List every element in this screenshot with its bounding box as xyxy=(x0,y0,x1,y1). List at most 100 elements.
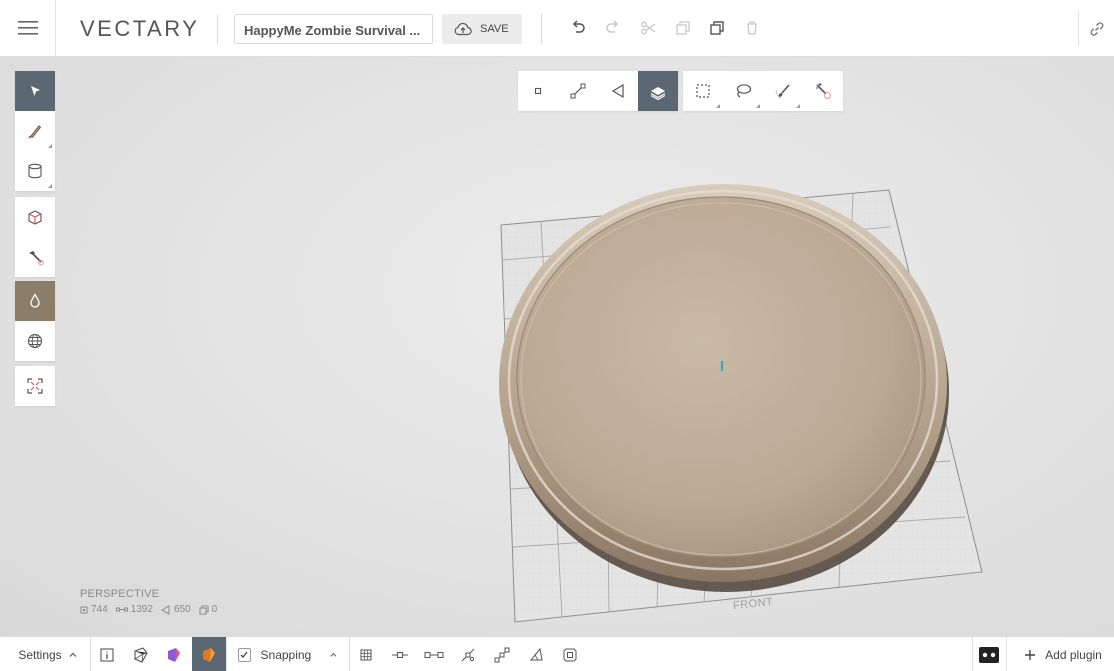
snap-edge-icon xyxy=(424,651,444,658)
brush-icon xyxy=(775,84,790,99)
edge-icon xyxy=(570,83,586,99)
project-name-field[interactable]: HappyMe Zombie Survival ... xyxy=(234,14,433,44)
snap-edge-button[interactable] xyxy=(423,637,445,671)
copy-icon xyxy=(676,21,690,35)
vertex-icon xyxy=(534,87,542,95)
snap-midpoint-button[interactable] xyxy=(457,637,479,671)
wireframe-view-button[interactable] xyxy=(129,637,153,671)
selection-mode-toolbar xyxy=(518,71,678,111)
face-mode-button[interactable] xyxy=(598,71,638,111)
plugin-badge-icon xyxy=(979,646,999,663)
select-tool-button[interactable] xyxy=(15,71,55,111)
droplet-icon xyxy=(30,293,40,308)
marquee-icon xyxy=(696,84,710,98)
vertex-count-value: 744 xyxy=(91,604,108,615)
snapping-checkbox[interactable] xyxy=(238,647,251,662)
hammer-tool-button[interactable] xyxy=(15,237,55,277)
redo-icon xyxy=(606,20,619,33)
cursor-arrow-icon xyxy=(31,86,40,96)
link-icon xyxy=(1090,22,1103,36)
object-mode-button[interactable] xyxy=(638,71,678,111)
magic-select-button[interactable] xyxy=(803,71,843,111)
layers-icon xyxy=(650,87,666,100)
snapping-toggle[interactable]: Snapping xyxy=(238,637,338,671)
snap-object-button[interactable] xyxy=(559,637,581,671)
settings-label: Settings xyxy=(18,647,62,662)
mesh-stats: 744 1392 650 0 xyxy=(80,604,217,615)
tool-group-modify xyxy=(15,197,55,277)
plate-model[interactable] xyxy=(499,184,949,592)
render-shading-icon xyxy=(203,647,215,662)
hamburger-icon xyxy=(17,21,38,35)
info-icon xyxy=(100,647,114,662)
divider xyxy=(972,637,973,671)
submenu-corner xyxy=(756,104,760,108)
triangle-face-icon xyxy=(611,83,624,99)
material-tool-button[interactable] xyxy=(15,281,55,321)
scene-canvas[interactable] xyxy=(0,57,1114,636)
edge-mode-button[interactable] xyxy=(558,71,598,111)
focus-tool-button[interactable] xyxy=(15,366,55,406)
divider xyxy=(1006,637,1007,671)
add-plugin-button[interactable]: Add plugin xyxy=(1020,637,1106,671)
face-count-icon xyxy=(160,604,170,615)
primitives-tool-button[interactable] xyxy=(15,151,55,191)
divider xyxy=(349,637,350,671)
expand-focus-icon xyxy=(27,378,43,394)
3d-viewport[interactable]: PERSPECTIVE 744 1392 650 0 FRONT xyxy=(0,57,1114,636)
copy-button[interactable] xyxy=(673,18,693,38)
normals-view-button[interactable] xyxy=(162,637,186,671)
divider xyxy=(217,14,218,44)
plugin-icon-button[interactable] xyxy=(978,637,1000,671)
render-view-button[interactable] xyxy=(192,637,226,671)
info-button[interactable] xyxy=(96,637,118,671)
submenu-corner xyxy=(48,184,52,188)
snap-face-icon xyxy=(529,647,543,660)
sphere-mesh-icon xyxy=(27,333,43,349)
undo-button[interactable] xyxy=(568,18,588,38)
chevron-up-icon xyxy=(69,652,77,657)
paste-button[interactable] xyxy=(707,18,727,38)
cube-tool-button[interactable] xyxy=(15,197,55,237)
divider xyxy=(90,637,91,671)
divider xyxy=(226,637,227,671)
share-link-button[interactable] xyxy=(1078,12,1114,46)
vertex-mode-button[interactable] xyxy=(518,71,558,111)
lasso-select-button[interactable] xyxy=(723,71,763,111)
save-button[interactable]: SAVE xyxy=(442,14,522,44)
snap-midpoint-icon xyxy=(461,648,475,661)
environment-tool-button[interactable] xyxy=(15,321,55,361)
paste-icon xyxy=(710,21,724,35)
lasso-icon xyxy=(736,84,752,98)
undo-icon xyxy=(572,20,585,33)
submenu-corner xyxy=(48,144,52,148)
edge-count: 1392 xyxy=(115,604,153,615)
menu-button[interactable] xyxy=(0,0,56,56)
box-select-button[interactable] xyxy=(683,71,723,111)
tool-group-primary xyxy=(15,71,55,191)
snap-perpendicular-button[interactable] xyxy=(491,637,513,671)
snap-grid-button[interactable] xyxy=(357,637,375,671)
face-count: 650 xyxy=(160,604,191,615)
checkmark-icon xyxy=(240,651,248,658)
paint-select-button[interactable] xyxy=(763,71,803,111)
tool-group-view xyxy=(15,366,55,406)
snap-vertex-button[interactable] xyxy=(389,637,411,671)
draw-tool-button[interactable] xyxy=(15,111,55,151)
submenu-corner xyxy=(716,104,720,108)
redo-button[interactable] xyxy=(603,18,623,38)
object-count: 0 xyxy=(199,604,217,615)
snap-object-icon xyxy=(563,648,577,661)
snap-face-button[interactable] xyxy=(525,637,547,671)
delete-button[interactable] xyxy=(742,18,762,38)
vertex-count: 744 xyxy=(80,604,108,615)
app-logo: VECTARY xyxy=(80,16,200,41)
save-label: SAVE xyxy=(480,23,509,35)
cut-button[interactable] xyxy=(638,18,658,38)
tool-group-material xyxy=(15,281,55,361)
edge-count-icon xyxy=(115,607,128,611)
camera-mode-label[interactable]: PERSPECTIVE xyxy=(80,588,159,600)
add-plugin-label: Add plugin xyxy=(1045,647,1102,662)
scissors-icon xyxy=(641,21,656,35)
settings-dropdown[interactable]: Settings xyxy=(8,637,88,671)
